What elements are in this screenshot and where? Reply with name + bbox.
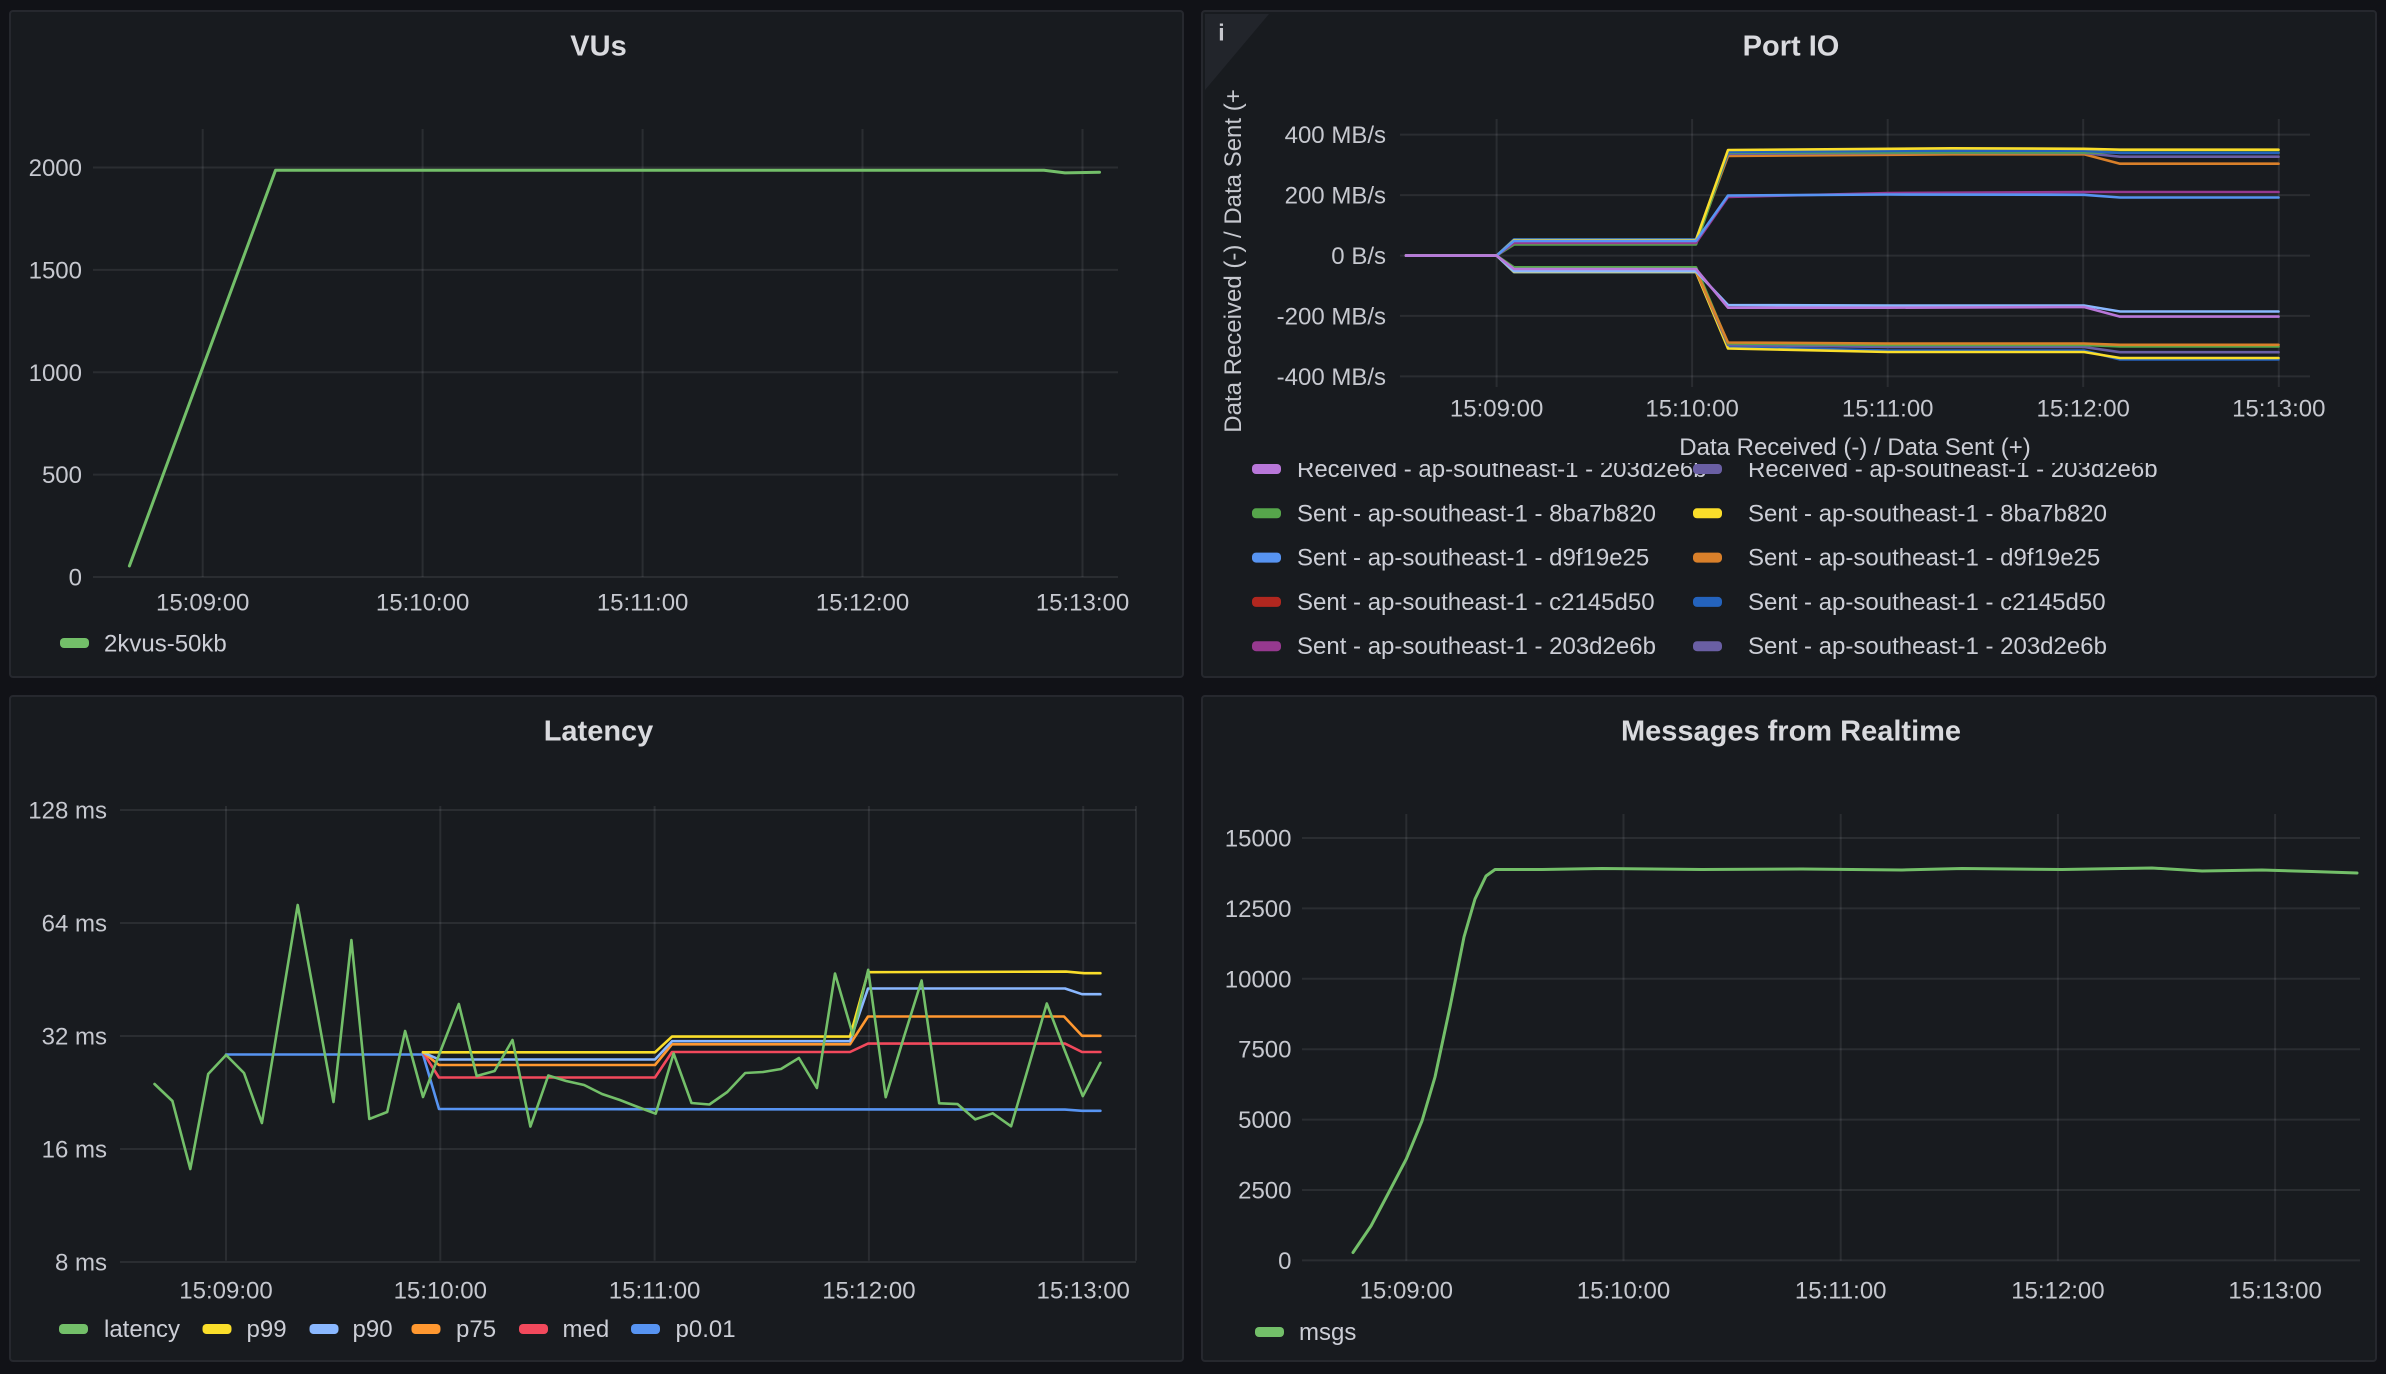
svg-text:15:13:00: 15:13:00 (2228, 1278, 2321, 1305)
svg-text:-200 MB/s: -200 MB/s (1277, 303, 1386, 330)
svg-text:Port IO: Port IO (1743, 31, 1840, 63)
svg-text:15:09:00: 15:09:00 (179, 1278, 272, 1305)
svg-text:15:11:00: 15:11:00 (1842, 396, 1934, 423)
svg-text:Sent - ap-southeast-1 - 203d2e: Sent - ap-southeast-1 - 203d2e6b (1748, 633, 2107, 660)
svg-text:2kvus-50kb: 2kvus-50kb (104, 631, 227, 658)
svg-text:Sent - ap-southeast-1 - d9f19e: Sent - ap-southeast-1 - d9f19e25 (1297, 545, 1649, 572)
svg-text:15:10:00: 15:10:00 (394, 1278, 487, 1305)
svg-text:12500: 12500 (1225, 896, 1292, 923)
svg-text:15000: 15000 (1225, 826, 1292, 853)
svg-text:200 MB/s: 200 MB/s (1285, 183, 1386, 210)
svg-text:15:12:00: 15:12:00 (822, 1278, 915, 1305)
svg-text:64 ms: 64 ms (42, 911, 107, 938)
svg-text:2500: 2500 (1238, 1178, 1291, 1205)
svg-text:15:12:00: 15:12:00 (816, 590, 909, 617)
svg-text:15:13:00: 15:13:00 (2232, 396, 2325, 423)
svg-text:-400 MB/s: -400 MB/s (1277, 364, 1386, 391)
svg-text:Data Received (-) / Data Sent: Data Received (-) / Data Sent (+ (1220, 89, 1247, 432)
svg-text:latency: latency (104, 1316, 180, 1343)
svg-text:2000: 2000 (29, 155, 82, 182)
svg-text:1000: 1000 (29, 360, 82, 387)
svg-text:Messages from Realtime: Messages from Realtime (1621, 716, 1961, 748)
svg-text:VUs: VUs (570, 31, 626, 63)
svg-text:15:11:00: 15:11:00 (609, 1278, 701, 1305)
svg-text:0 B/s: 0 B/s (1331, 243, 1386, 270)
svg-text:128 ms: 128 ms (28, 798, 107, 825)
svg-text:Sent - ap-southeast-1 - 203d2e: Sent - ap-southeast-1 - 203d2e6b (1297, 633, 1656, 660)
svg-text:15:10:00: 15:10:00 (1577, 1278, 1670, 1305)
svg-text:5000: 5000 (1238, 1107, 1291, 1134)
svg-text:Sent - ap-southeast-1 - d9f19e: Sent - ap-southeast-1 - d9f19e25 (1748, 545, 2100, 572)
svg-text:15:09:00: 15:09:00 (1360, 1278, 1453, 1305)
svg-text:p90: p90 (353, 1316, 393, 1343)
svg-text:10000: 10000 (1225, 966, 1292, 993)
svg-text:p75: p75 (456, 1316, 496, 1343)
svg-text:32 ms: 32 ms (42, 1024, 107, 1051)
svg-text:15:10:00: 15:10:00 (1645, 396, 1738, 423)
svg-text:400 MB/s: 400 MB/s (1285, 122, 1386, 149)
svg-text:p0.01: p0.01 (676, 1316, 736, 1343)
svg-text:15:13:00: 15:13:00 (1036, 590, 1129, 617)
svg-text:Sent - ap-southeast-1 - c2145d: Sent - ap-southeast-1 - c2145d50 (1748, 589, 2106, 616)
svg-text:i: i (1218, 20, 1224, 46)
svg-text:med: med (563, 1316, 610, 1343)
svg-text:p99: p99 (247, 1316, 287, 1343)
svg-text:15:12:00: 15:12:00 (2036, 396, 2129, 423)
svg-text:Data Received (-) / Data Sent: Data Received (-) / Data Sent (+) (1679, 434, 2030, 461)
svg-text:16 ms: 16 ms (42, 1137, 107, 1164)
svg-text:15:09:00: 15:09:00 (156, 590, 249, 617)
svg-text:msgs: msgs (1299, 1319, 1356, 1346)
svg-text:Sent - ap-southeast-1 - 8ba7b8: Sent - ap-southeast-1 - 8ba7b820 (1748, 500, 2107, 527)
svg-text:0: 0 (69, 565, 82, 592)
svg-text:500: 500 (42, 462, 82, 489)
svg-text:15:11:00: 15:11:00 (597, 590, 689, 617)
svg-text:8 ms: 8 ms (55, 1250, 107, 1277)
svg-text:15:12:00: 15:12:00 (2011, 1278, 2104, 1305)
svg-text:Sent - ap-southeast-1 - c2145d: Sent - ap-southeast-1 - c2145d50 (1297, 589, 1655, 616)
svg-text:0: 0 (1278, 1248, 1291, 1275)
svg-text:15:11:00: 15:11:00 (1795, 1278, 1887, 1305)
svg-text:15:10:00: 15:10:00 (376, 590, 469, 617)
svg-text:15:13:00: 15:13:00 (1036, 1278, 1129, 1305)
svg-text:7500: 7500 (1238, 1037, 1291, 1064)
svg-text:Sent - ap-southeast-1 - 8ba7b8: Sent - ap-southeast-1 - 8ba7b820 (1297, 500, 1656, 527)
svg-text:15:09:00: 15:09:00 (1450, 396, 1543, 423)
svg-text:Received - ap-southeast-1 - 20: Received - ap-southeast-1 - 203d2e6b (1297, 456, 1707, 483)
svg-text:Latency: Latency (544, 716, 654, 748)
svg-text:1500: 1500 (29, 257, 82, 284)
